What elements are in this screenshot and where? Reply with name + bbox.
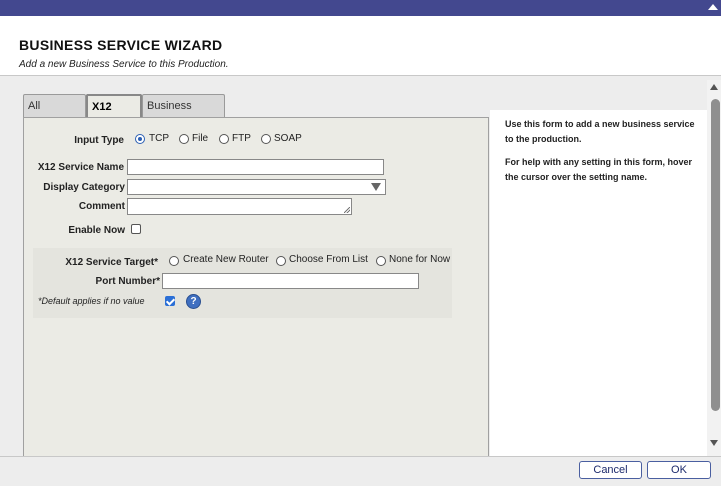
help-text-intro: Use this form to add a new business serv… — [505, 119, 695, 144]
radio-ftp[interactable] — [219, 134, 229, 144]
enable-now-checkbox[interactable] — [131, 224, 141, 234]
tab-x12-input[interactable]: X12 Input — [86, 94, 142, 135]
wizard-title: BUSINESS SERVICE WIZARD — [19, 37, 223, 53]
tab-all-services[interactable]: All Services — [23, 94, 86, 134]
radio-file-label: File — [192, 133, 209, 144]
ok-button[interactable]: OK — [647, 461, 711, 479]
radio-choose-from-list-label: Choose From List — [289, 254, 368, 265]
radio-none-for-now-label: None for Now — [389, 254, 451, 265]
radio-tcp-label: TCP — [149, 133, 169, 144]
window-titlebar — [0, 0, 721, 16]
input-type-label: Input Type — [74, 135, 124, 146]
display-category-label: Display Category — [43, 182, 125, 193]
radio-soap-label: SOAP — [274, 133, 302, 144]
wizard-subtitle: Add a new Business Service to this Produ… — [19, 59, 229, 70]
scroll-up-icon[interactable] — [710, 84, 718, 90]
scrollbar-thumb[interactable] — [711, 99, 720, 411]
resize-corner-icon — [708, 4, 718, 10]
radio-soap[interactable] — [261, 134, 271, 144]
service-name-input[interactable] — [127, 159, 384, 175]
service-name-label: X12 Service Name — [37, 162, 124, 173]
port-number-input[interactable] — [162, 273, 419, 289]
display-category-select[interactable] — [127, 179, 386, 195]
radio-tcp[interactable] — [135, 134, 145, 144]
service-target-label: X12 Service Target* — [65, 257, 158, 268]
radio-choose-from-list[interactable] — [276, 256, 286, 266]
comment-label: Comment — [78, 201, 125, 212]
help-text-hover: For help with any setting in this form, … — [505, 157, 693, 182]
chevron-down-icon — [371, 183, 381, 191]
default-note-checkbox[interactable] — [165, 296, 175, 306]
default-note-label: *Default applies if no value — [38, 296, 145, 306]
wizard-header: BUSINESS SERVICE WIZARD Add a new Busine… — [0, 16, 721, 76]
cancel-button[interactable]: Cancel — [579, 461, 642, 479]
scroll-down-icon[interactable] — [710, 440, 718, 446]
radio-none-for-now[interactable] — [376, 256, 386, 266]
comment-textarea[interactable] — [127, 198, 352, 215]
resize-grip-icon[interactable] — [344, 207, 350, 213]
tab-business-metric[interactable]: Business Metric — [142, 94, 225, 134]
radio-ftp-label: FTP — [232, 133, 251, 144]
radio-create-new-router[interactable] — [169, 256, 179, 266]
enable-now-label: Enable Now — [68, 225, 125, 236]
port-number-label: Port Number* — [95, 276, 160, 287]
radio-file[interactable] — [179, 134, 189, 144]
help-icon[interactable]: ? — [186, 294, 201, 309]
radio-create-new-router-label: Create New Router — [183, 254, 269, 265]
